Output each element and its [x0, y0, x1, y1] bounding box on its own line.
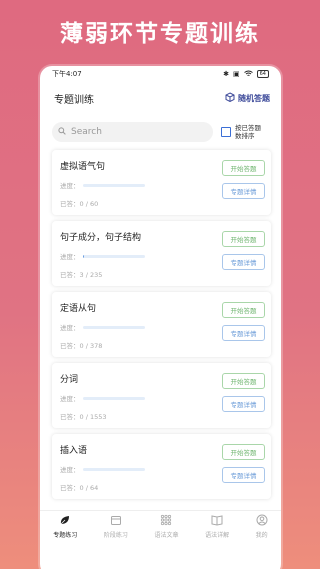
- progress-bar: [82, 396, 145, 400]
- topic-card: 分词 进度： 已答：0 / 1553 开始答题 专题详情: [52, 363, 271, 428]
- start-answer-button[interactable]: 开始答题: [222, 160, 265, 176]
- topic-detail-button[interactable]: 专题详情: [222, 325, 265, 341]
- status-time: 下午4:07: [52, 70, 82, 78]
- tab-label: 专题练习: [53, 532, 78, 539]
- phone-screen: 下午4:07 ✱ ▣ 64 专题训练 随机答题 Search 按已答题数排序 虚…: [40, 66, 281, 569]
- tab-grammar-explained[interactable]: 语法详解: [205, 514, 229, 539]
- progress-label: 进度：: [60, 253, 80, 261]
- start-answer-button[interactable]: 开始答题: [222, 444, 265, 460]
- tab-mine[interactable]: 我的: [256, 514, 268, 539]
- page-header: 专题训练 随机答题: [40, 82, 281, 114]
- page-title: 专题训练: [54, 94, 94, 106]
- progress-label: 进度：: [60, 324, 80, 332]
- search-row: Search 按已答题数排序: [40, 120, 281, 144]
- progress-label: 进度：: [60, 182, 80, 190]
- status-bar: 下午4:07 ✱ ▣ 64: [40, 66, 281, 82]
- tab-topic-practice[interactable]: 专题练习: [53, 514, 77, 539]
- tab-label: 语法文章: [154, 532, 179, 539]
- battery-icon: 64: [256, 70, 269, 78]
- random-answer-button[interactable]: 随机答题: [225, 92, 270, 104]
- topic-detail-button[interactable]: 专题详情: [222, 396, 265, 412]
- answered-count: 已答：0 / 60: [60, 200, 99, 208]
- wifi-icon: [243, 70, 253, 79]
- topic-card: 插入语 进度： 已答：0 / 64 开始答题 专题详情: [52, 434, 271, 499]
- topic-detail-button[interactable]: 专题详情: [222, 467, 265, 483]
- answered-count: 已答：0 / 64: [60, 484, 99, 492]
- folder-icon: [110, 514, 122, 528]
- sort-by-answered-option[interactable]: 按已答题数排序: [221, 124, 267, 140]
- answered-count: 已答：0 / 1553: [60, 413, 107, 421]
- random-answer-label: 随机答题: [238, 93, 270, 103]
- bluetooth-icon: ✱: [223, 70, 229, 78]
- progress-bar: [82, 183, 145, 187]
- topic-detail-button[interactable]: 专题详情: [222, 254, 265, 270]
- search-icon: [58, 126, 66, 138]
- user-icon: [256, 514, 268, 528]
- search-placeholder: Search: [71, 127, 102, 137]
- progress-label: 进度：: [60, 466, 80, 474]
- progress-fill: [82, 254, 84, 258]
- progress-bar: [82, 325, 145, 329]
- start-answer-button[interactable]: 开始答题: [222, 302, 265, 318]
- topic-card: 定语从句 进度： 已答：0 / 378 开始答题 专题详情: [52, 292, 271, 357]
- topic-detail-button[interactable]: 专题详情: [222, 183, 265, 199]
- progress-bar: [82, 467, 145, 471]
- sim-icon: ▣: [233, 70, 240, 78]
- cube-icon: [225, 92, 235, 104]
- progress-bar: [82, 254, 145, 258]
- tab-label: 阶段练习: [103, 532, 128, 539]
- bottom-tab-bar: 专题练习 阶段练习 语法文章 语法详解 我的: [40, 510, 281, 542]
- tab-grammar-articles[interactable]: 语法文章: [154, 514, 178, 539]
- sort-checkbox[interactable]: [221, 127, 231, 137]
- sort-label: 按已答题数排序: [235, 124, 261, 140]
- banner-title: 薄弱环节专题训练: [60, 21, 260, 47]
- leaf-icon: [59, 514, 71, 528]
- start-answer-button[interactable]: 开始答题: [222, 373, 265, 389]
- progress-label: 进度：: [60, 395, 80, 403]
- topic-list: 虚拟语气句 进度： 已答：0 / 60 开始答题 专题详情 句子成分，句子结构 …: [40, 144, 281, 499]
- answered-count: 已答：3 / 235: [60, 271, 103, 279]
- book-icon: [211, 514, 223, 528]
- start-answer-button[interactable]: 开始答题: [222, 231, 265, 247]
- topic-card: 句子成分，句子结构 进度： 已答：3 / 235 开始答题 专题详情: [52, 221, 271, 286]
- answered-count: 已答：0 / 378: [60, 342, 103, 350]
- topic-card: 虚拟语气句 进度： 已答：0 / 60 开始答题 专题详情: [52, 150, 271, 215]
- search-input[interactable]: Search: [52, 122, 213, 142]
- tab-stage-practice[interactable]: 阶段练习: [104, 514, 128, 539]
- status-icons: ✱ ▣ 64: [223, 70, 269, 79]
- tab-label: 我的: [255, 532, 268, 539]
- tab-label: 语法详解: [205, 532, 230, 539]
- grid-icon: [160, 514, 172, 528]
